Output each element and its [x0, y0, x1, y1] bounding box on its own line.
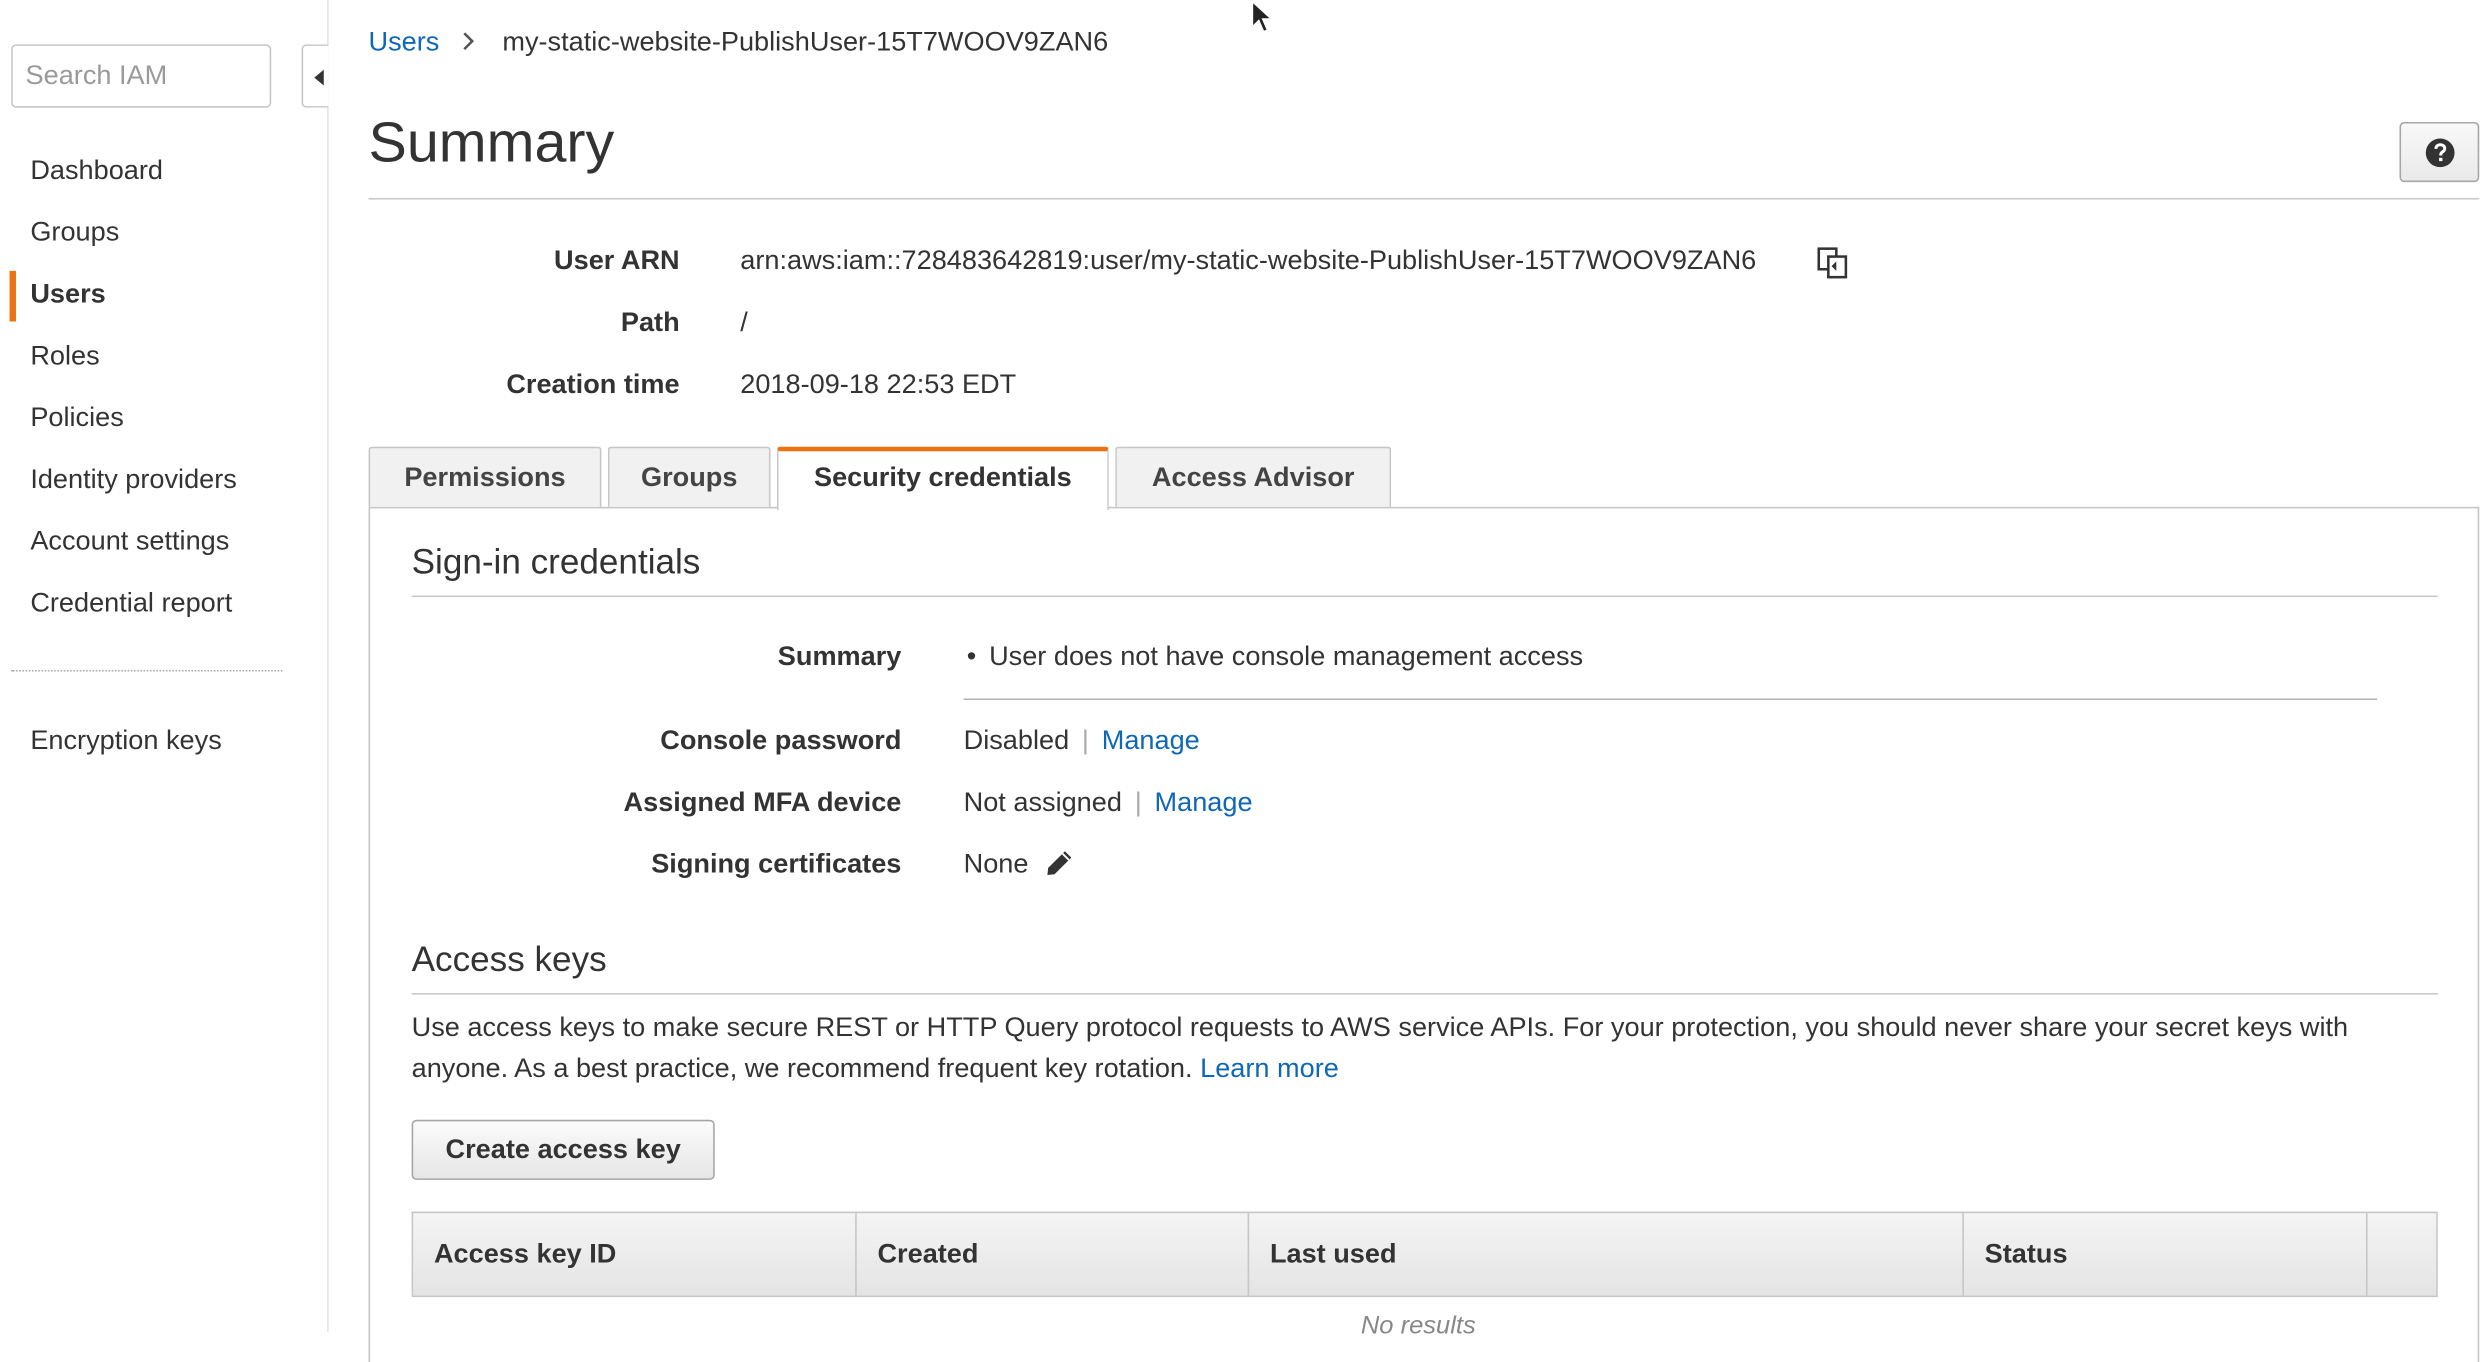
- sidebar: Dashboard Groups Users Roles Policies Id…: [0, 0, 329, 1332]
- sidebar-item-account-settings[interactable]: Account settings: [0, 518, 327, 566]
- breadcrumb-current: my-static-website-PublishUser-15T7WOOV9Z…: [502, 26, 1109, 58]
- sidebar-divider: [11, 669, 283, 672]
- path-label: Path: [620, 307, 680, 338]
- title-divider: [368, 197, 2480, 200]
- tab-groups[interactable]: Groups: [607, 446, 771, 507]
- access-keys-description: Use access keys to make secure REST or H…: [411, 1012, 2349, 1084]
- pencil-icon[interactable]: [1046, 849, 1075, 885]
- signin-summary-item: • User does not have console management a…: [967, 641, 1583, 673]
- user-arn-value: arn:aws:iam::728483642819:user/my-static…: [740, 245, 1757, 276]
- access-keys-description-block: Use access keys to make secure REST or H…: [412, 1007, 2441, 1089]
- manage-mfa-link[interactable]: Manage: [1155, 787, 1253, 817]
- signin-summary-value: User does not have console management ac…: [989, 641, 1584, 672]
- separator: |: [1081, 725, 1089, 756]
- sidebar-item-groups[interactable]: Groups: [0, 209, 327, 257]
- mfa-device-row: Not assigned | Manage: [964, 787, 1253, 819]
- column-header-access-key-id[interactable]: Access key ID: [413, 1213, 857, 1296]
- signing-certificates-row: None: [964, 849, 1075, 885]
- tab-security-credentials[interactable]: Security credentials: [776, 446, 1109, 510]
- signin-summary-label: Summary: [777, 641, 902, 672]
- signing-certificates-value: None: [963, 848, 1029, 880]
- access-keys-divider: [411, 993, 2438, 995]
- sidebar-item-policies[interactable]: Policies: [0, 394, 327, 442]
- manage-console-password-link[interactable]: Manage: [1102, 725, 1200, 755]
- creation-time-value: 2018-09-18 22:53 EDT: [740, 369, 1017, 400]
- column-header-last-used[interactable]: Last used: [1249, 1213, 1964, 1296]
- page-title: Summary: [368, 109, 615, 175]
- signing-certificates-label: Signing certificates: [651, 848, 902, 880]
- search-iam-input[interactable]: [11, 44, 272, 108]
- access-keys-table-header: Access key ID Created Last used Status: [411, 1211, 2438, 1298]
- path-value: /: [740, 307, 748, 338]
- caret-left-icon: [314, 69, 324, 86]
- learn-more-link[interactable]: Learn more: [1200, 1053, 1339, 1083]
- chevron-right-icon: [463, 25, 476, 60]
- sidebar-item-encryption-keys[interactable]: Encryption keys: [0, 717, 327, 765]
- tab-permissions[interactable]: Permissions: [368, 446, 602, 507]
- create-access-key-button[interactable]: Create access key: [411, 1119, 715, 1180]
- creation-time-label: Creation time: [506, 369, 680, 400]
- sidebar-item-roles[interactable]: Roles: [0, 333, 327, 381]
- signin-divider: [411, 595, 2438, 598]
- column-header-created[interactable]: Created: [857, 1213, 1250, 1296]
- summary-divider: [963, 698, 2378, 701]
- tab-access-advisor[interactable]: Access Advisor: [1115, 446, 1392, 507]
- access-keys-heading: Access keys: [411, 939, 607, 979]
- bullet-icon: •: [966, 641, 977, 672]
- separator: |: [1134, 787, 1142, 818]
- sidebar-item-users[interactable]: Users: [0, 270, 327, 322]
- user-arn-label: User ARN: [554, 245, 680, 276]
- console-password-value: Disabled: [963, 725, 1070, 756]
- sidebar-item-identity-providers[interactable]: Identity providers: [0, 456, 327, 504]
- mfa-device-label: Assigned MFA device: [623, 787, 902, 818]
- copy-icon[interactable]: [1816, 245, 1851, 280]
- mouse-cursor-icon: [1251, 0, 1274, 43]
- sidebar-item-dashboard[interactable]: Dashboard: [0, 147, 327, 195]
- column-header-status[interactable]: Status: [1964, 1213, 2368, 1296]
- no-results-text: No results: [1360, 1312, 1476, 1340]
- question-circle-icon: [2425, 138, 2455, 168]
- signin-credentials-heading: Sign-in credentials: [411, 541, 701, 582]
- collapse-sidebar-button[interactable]: [301, 44, 329, 108]
- sidebar-item-credential-report[interactable]: Credential report: [0, 580, 327, 628]
- help-button[interactable]: [2399, 121, 2480, 183]
- console-password-label: Console password: [660, 725, 902, 756]
- mfa-device-value: Not assigned: [963, 787, 1122, 818]
- breadcrumb-users-link[interactable]: Users: [369, 27, 440, 57]
- breadcrumb: Users my-static-website-PublishUser-15T7…: [369, 25, 1109, 60]
- console-password-row: Disabled | Manage: [964, 725, 1200, 757]
